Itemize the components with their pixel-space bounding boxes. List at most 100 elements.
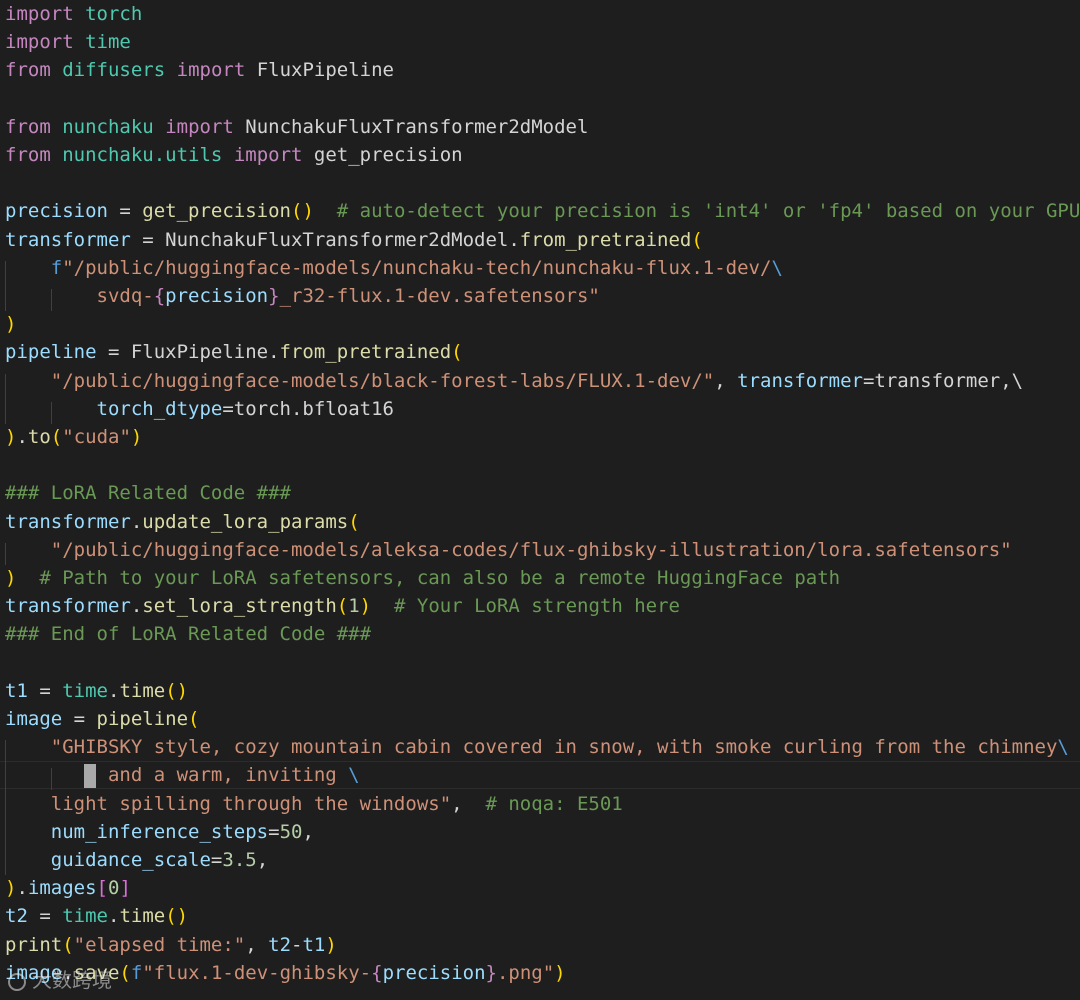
code-token: ): [130, 426, 143, 448]
code-token: transformer: [737, 369, 863, 392]
code-token: .: [130, 510, 143, 533]
code-line[interactable]: transformer.set_lora_strength(1) # Your …: [5, 592, 680, 620]
code-token: _r32-flux.1-dev.safetensors": [279, 285, 600, 307]
code-token: "/public/huggingface-models/black-forest…: [50, 369, 715, 392]
code-token: precision: [165, 285, 269, 307]
code-line[interactable]: and a warm, inviting \: [5, 761, 360, 789]
code-line[interactable]: t2 = time.time(): [5, 902, 188, 930]
code-token: import: [5, 31, 74, 54]
code-line[interactable]: torch_dtype=torch.bfloat16: [5, 395, 394, 423]
code-token: set_lora_strength: [142, 595, 337, 618]
code-token: # auto-detect your precision is 'int4' o…: [336, 200, 1080, 223]
code-token: print: [5, 933, 63, 956]
code-token: ): [5, 313, 17, 336]
code-token: (: [348, 510, 360, 533]
code-line[interactable]: f"/public/huggingface-models/nunchaku-te…: [5, 254, 783, 282]
code-line[interactable]: guidance_scale=3.5,: [5, 846, 268, 874]
code-token: time: [119, 679, 166, 702]
code-token: ): [5, 426, 17, 448]
code-editor[interactable]: import torch import time from diffusers im…: [0, 0, 1080, 1000]
code-token: # Your LoRA strength here: [394, 595, 680, 618]
code-token: NunchakuFluxTransformer2dModel: [233, 115, 589, 138]
code-token: ,: [256, 849, 269, 871]
code-line[interactable]: ) # Path to your LoRA safetensors, can a…: [5, 564, 840, 592]
code-token: =: [210, 849, 223, 871]
code-line[interactable]: image = pipeline(: [5, 705, 200, 733]
code-token: (): [165, 679, 189, 702]
code-line[interactable]: from diffusers import FluxPipeline: [5, 56, 394, 84]
code-line[interactable]: t1 = time.time(): [5, 677, 188, 705]
code-token: (): [165, 905, 189, 928]
code-token: 50: [279, 820, 303, 843]
code-token: time: [62, 905, 108, 928]
code-token: ): [359, 595, 372, 618]
code-line[interactable]: precision = get_precision() # auto-detec…: [5, 197, 1080, 225]
code-line[interactable]: from nunchaku.utils import get_precision: [5, 141, 463, 169]
code-token: nunchaku: [62, 115, 154, 138]
code-line[interactable]: pipeline = FluxPipeline.from_pretrained(: [5, 338, 463, 366]
code-token: .: [16, 426, 28, 448]
code-token: (: [451, 341, 463, 364]
code-line[interactable]: svdq-{precision}_r32-flux.1-dev.safetens…: [5, 282, 600, 310]
watermark: 大数跨境: [8, 963, 112, 997]
code-token: "/public/huggingface-models/aleksa-codes…: [50, 538, 1012, 561]
code-token: (: [691, 228, 703, 251]
code-token: 1: [348, 595, 360, 618]
code-token: =: [27, 905, 63, 928]
code-token: "cuda": [62, 426, 131, 448]
code-token: time: [119, 905, 166, 928]
code-token: time: [85, 31, 131, 54]
code-token: .png": [496, 961, 555, 984]
code-line[interactable]: num_inference_steps=50,: [5, 818, 314, 846]
code-line[interactable]: ### End of LoRA Related Code ###: [5, 620, 371, 648]
code-line[interactable]: light spilling through the windows", # n…: [5, 790, 623, 818]
code-token: "GHIBSKY style, cozy mountain cabin cove…: [50, 736, 1058, 759]
code-token: t1: [302, 933, 326, 956]
code-token: t1: [5, 679, 28, 702]
code-token: =: [62, 708, 97, 730]
code-token: import: [176, 59, 246, 82]
code-line[interactable]: import torch: [5, 0, 142, 28]
code-token: = FluxPipeline.: [96, 341, 280, 364]
code-line[interactable]: ### LoRA Related Code ###: [5, 479, 291, 507]
code-token: "elapsed time:": [73, 933, 246, 956]
code-line[interactable]: import time: [5, 28, 131, 56]
code-token: from: [5, 144, 51, 166]
code-token: "flux.1-dev-ghibsky-: [142, 961, 372, 984]
code-token: num_inference_steps: [50, 820, 269, 843]
code-line[interactable]: ).to("cuda"): [5, 423, 142, 451]
code-line[interactable]: ): [5, 310, 16, 338]
code-token: get_precision: [142, 200, 291, 223]
code-line[interactable]: "/public/huggingface-models/aleksa-codes…: [5, 536, 1012, 564]
code-token: ### LoRA Related Code ###: [5, 482, 291, 505]
code-line[interactable]: "GHIBSKY style, cozy mountain cabin cove…: [5, 733, 1069, 761]
code-token: from: [5, 59, 51, 82]
code-token: # noqa: E501: [485, 792, 623, 815]
code-token: transformer: [5, 228, 131, 251]
code-line[interactable]: "/public/huggingface-models/black-forest…: [5, 367, 1023, 395]
code-line[interactable]: transformer.update_lora_params(: [5, 508, 360, 536]
code-token: from: [5, 115, 51, 138]
code-token: ): [5, 567, 17, 589]
code-line[interactable]: print("elapsed time:", t2-t1): [5, 931, 337, 959]
code-line[interactable]: from nunchaku import NunchakuFluxTransfo…: [5, 113, 588, 141]
code-token: ,: [714, 369, 738, 392]
code-token: =: [27, 679, 63, 702]
code-token: (: [62, 933, 74, 956]
code-line[interactable]: transformer = NunchakuFluxTransformer2dM…: [5, 226, 703, 254]
code-line[interactable]: ).images[0]: [5, 874, 131, 902]
code-token: to: [27, 426, 51, 448]
code-token: \: [1057, 736, 1069, 759]
code-token: ]: [119, 877, 131, 900]
code-token: =transformer,\: [862, 369, 1024, 392]
